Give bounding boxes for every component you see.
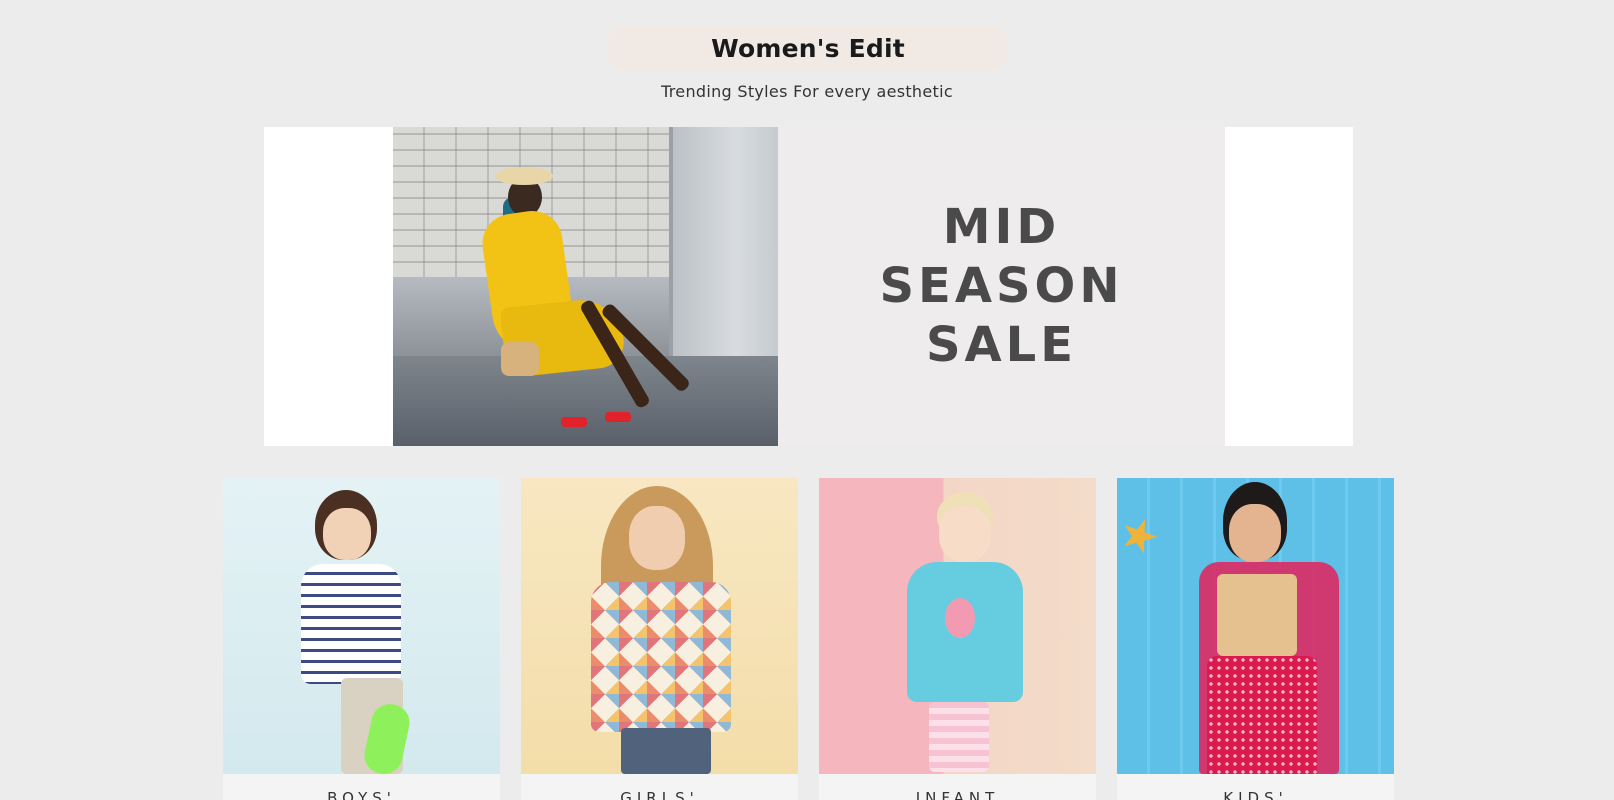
section-subtitle: Trending Styles For every aesthetic [661, 82, 953, 101]
boys-category-image [223, 478, 500, 774]
wicker-bag [501, 342, 539, 376]
sale-line-3: SALE [925, 317, 1078, 373]
section-title: Women's Edit [606, 26, 1010, 71]
girl-jeans [621, 728, 711, 774]
category-card-infant[interactable]: INFANT [819, 478, 1096, 800]
golden-top [1217, 574, 1297, 656]
category-label: GIRLS' [620, 789, 699, 800]
kids-category-image [1117, 478, 1394, 774]
category-label: INFANT [915, 789, 1000, 800]
page: Women's Edit Trending Styles For every a… [0, 0, 1614, 800]
category-card-girls[interactable]: GIRLS' [521, 478, 798, 800]
sale-text-panel: MID SEASON SALE [778, 127, 1225, 446]
toddler-face [939, 506, 991, 562]
category-card-kids[interactable]: KIDS' [1117, 478, 1394, 800]
sale-line-1: MID [942, 199, 1061, 255]
patchwork-top [591, 582, 731, 732]
sale-banner[interactable]: MID SEASON SALE [264, 127, 1353, 446]
red-heel [605, 412, 631, 422]
flamingo-appliqué [945, 598, 975, 638]
star-decoration-icon [1117, 513, 1162, 559]
polka-skirt [1207, 656, 1317, 774]
boy-face [323, 508, 371, 560]
girl-face [629, 506, 685, 570]
category-card-boys[interactable]: BOYS' [223, 478, 500, 800]
red-heel [561, 417, 587, 427]
striped-sweater [301, 564, 401, 684]
infant-category-image [819, 478, 1096, 774]
girl-face [1229, 504, 1281, 562]
sale-line-2: SEASON [879, 258, 1124, 314]
girls-category-image [521, 478, 798, 774]
banner-model-photo [393, 127, 778, 446]
model-hat [495, 167, 553, 185]
category-label: KIDS' [1223, 789, 1288, 800]
category-cards: BOYS' GIRLS' INFANT KIDS' [223, 478, 1394, 800]
striped-leggings [929, 702, 989, 772]
category-label: BOYS' [327, 789, 396, 800]
